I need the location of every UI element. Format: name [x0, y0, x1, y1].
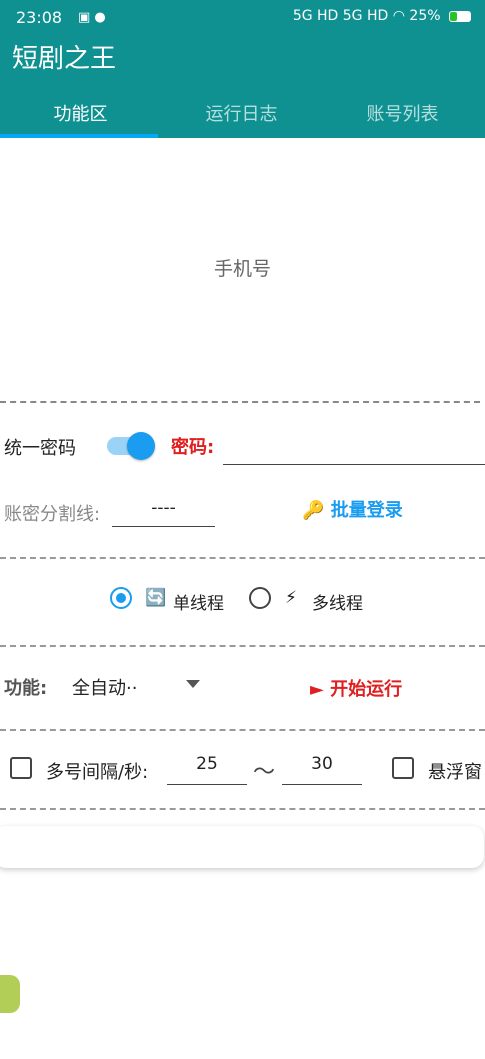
separator-label: 账密分割线:: [4, 504, 101, 525]
divider: [0, 557, 485, 559]
multi-thread-radio[interactable]: [249, 587, 271, 609]
refresh-icon: 🔄: [145, 588, 167, 608]
phone-underline: [0, 401, 480, 403]
android-icon: [0, 975, 20, 1013]
interval-max-underline: [282, 784, 362, 785]
phone-placeholder[interactable]: 手机号: [0, 254, 485, 281]
single-thread-radio[interactable]: [110, 587, 132, 609]
unified-password-label: 统一密码: [4, 438, 76, 459]
app-header: 23:08 ▣ ● 5G HD 5G HD ◠ 25% 短剧之王 功能区 运行日…: [0, 0, 485, 138]
float-window-label: 悬浮窗: [428, 762, 482, 783]
key-icon: 🔑: [302, 500, 325, 521]
batch-login-label: 批量登录: [330, 500, 403, 521]
tab-function[interactable]: 功能区: [0, 100, 161, 126]
status-bar: 23:08 ▣ ● 5G HD 5G HD ◠ 25%: [16, 6, 471, 30]
batch-login-button[interactable]: 🔑 批量登录: [302, 496, 403, 522]
function-select[interactable]: 全自动··: [72, 674, 137, 700]
status-right: 5G HD 5G HD ◠ 25%: [293, 8, 471, 24]
password-field[interactable]: [223, 464, 485, 465]
single-thread-label[interactable]: 单线程: [173, 589, 224, 614]
tab-accounts[interactable]: 账号列表: [322, 100, 483, 126]
start-label: 开始运行: [330, 679, 403, 700]
interval-min-underline: [167, 784, 247, 785]
tab-log[interactable]: 运行日志: [161, 100, 322, 126]
separator-input[interactable]: ----: [112, 498, 215, 518]
play-icon: ►: [310, 679, 324, 700]
notification-icons: ▣ ●: [78, 10, 106, 25]
interval-min-input[interactable]: 25: [167, 754, 247, 774]
start-button[interactable]: ► 开始运行: [310, 675, 402, 701]
interval-label: 多号间隔/秒:: [46, 762, 149, 783]
interval-max-input[interactable]: 30: [282, 754, 362, 774]
divider: [0, 808, 485, 810]
unified-password-toggle[interactable]: [105, 430, 155, 460]
float-window-checkbox[interactable]: [392, 757, 414, 779]
interval-checkbox[interactable]: [10, 757, 32, 779]
toggle-knob: [127, 432, 155, 460]
lightning-icon: ⚡: [285, 588, 297, 608]
app-title: 短剧之王: [12, 44, 117, 74]
empty-card: [0, 826, 484, 868]
divider: [0, 645, 485, 647]
divider: [0, 729, 485, 731]
separator-underline: [112, 526, 215, 527]
function-label: 功能:: [4, 678, 48, 699]
wifi-icon: ◠: [392, 8, 405, 24]
tab-indicator: [0, 134, 158, 138]
multi-thread-label[interactable]: 多线程: [312, 589, 363, 614]
battery-level: 25%: [409, 8, 441, 24]
battery-icon: [449, 10, 471, 22]
password-label: 密码:: [171, 437, 215, 458]
status-time: 23:08: [16, 8, 63, 27]
network-label: 5G HD 5G HD: [292, 8, 389, 24]
chevron-down-icon[interactable]: [186, 680, 200, 688]
range-separator: ～: [253, 760, 276, 785]
